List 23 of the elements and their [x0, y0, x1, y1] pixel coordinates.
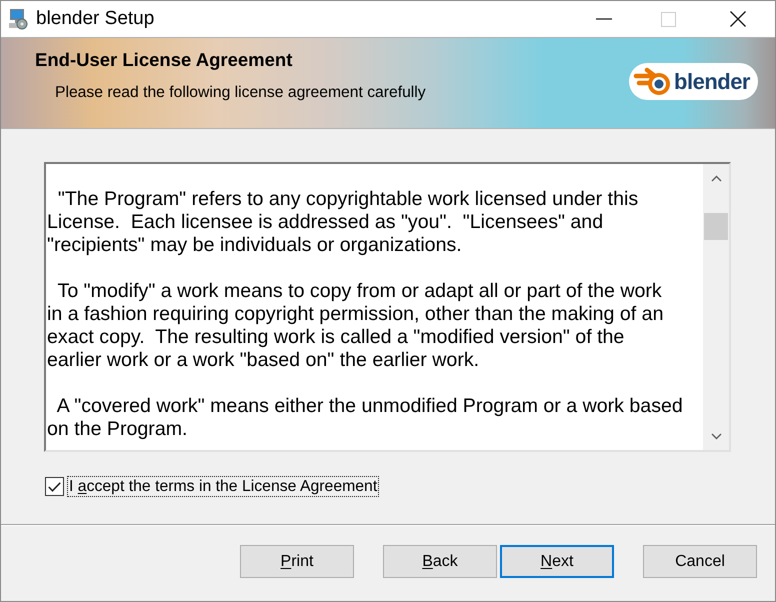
chevron-down-icon	[710, 432, 722, 440]
logo-text: blender	[674, 68, 750, 94]
license-paragraph: A "covered work" means either the unmodified Program or a work based on the Program.	[47, 395, 683, 441]
license-text-box[interactable]	[44, 162, 731, 452]
window-title: blender Setup	[36, 6, 154, 31]
banner-title: End-User License Agreement	[35, 49, 294, 71]
banner-subtitle: Please read the following license agreement carefully	[54, 83, 426, 102]
chevron-up-icon	[710, 174, 722, 182]
dialog-button[interactable]: Print	[240, 545, 354, 578]
license-paragraph: "The Program" refers to any copyrightable work licensed under this License. Each licensee is addressed as "you". "Licensees" and "recipients" may be individuals or organizations.	[47, 188, 638, 257]
vertical-scrollbar[interactable]	[703, 164, 729, 450]
dialog-button[interactable]: Next	[500, 545, 614, 578]
checkmark-icon	[48, 482, 61, 492]
license-paragraph: To "modify" a work means to copy from or adapt all or part of the work in a fashion requiring copyright permission, other than the making of an exact copy. The resulting work is called a "modified version" of the earlier work or a work "based on" the earlier work.	[47, 280, 664, 372]
maximize-icon	[660, 12, 676, 26]
scroll-thumb[interactable]	[704, 213, 728, 240]
minimize-icon	[596, 18, 612, 20]
accept-label[interactable]: I accept the terms in the License Agreement	[67, 476, 380, 497]
dialog-button[interactable]: Back	[383, 545, 497, 578]
accept-checkbox[interactable]	[45, 477, 64, 496]
close-icon	[730, 11, 746, 27]
dialog-button[interactable]: Cancel	[643, 545, 757, 578]
installer-icon	[8, 8, 28, 30]
